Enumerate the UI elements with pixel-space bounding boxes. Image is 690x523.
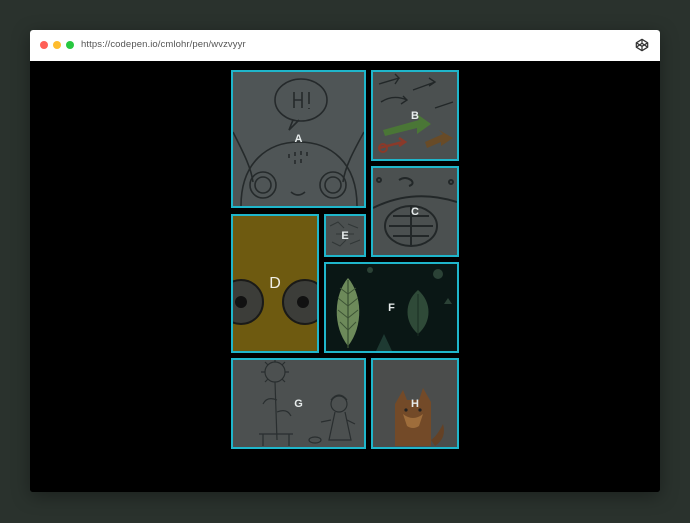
grid-item-f[interactable]: F [324, 262, 459, 353]
grid-item-e[interactable]: E [324, 214, 366, 257]
maximize-window-dot[interactable] [66, 41, 74, 49]
grid-item-label: D [269, 274, 281, 292]
grid-item-g[interactable]: G [231, 358, 366, 449]
grid-item-b[interactable]: B [371, 70, 459, 161]
grid-item-label: G [294, 397, 303, 410]
grid-item-d[interactable]: D [231, 214, 319, 353]
codepen-cube-icon[interactable] [635, 38, 649, 52]
browser-window: https://codepen.io/cmlohr/pen/wvzvyyr A … [30, 30, 660, 492]
grid-item-c[interactable]: C [371, 166, 459, 257]
minimize-window-dot[interactable] [53, 41, 61, 49]
grid-item-label: F [388, 301, 395, 314]
url-bar[interactable]: https://codepen.io/cmlohr/pen/wvzvyyr [81, 39, 246, 50]
close-window-dot[interactable] [40, 41, 48, 49]
grid-item-label: A [294, 133, 303, 145]
grid-item-label: C [411, 205, 419, 218]
grid-item-label: H [411, 397, 419, 410]
grid-item-label: B [411, 109, 419, 122]
grid-item-a[interactable]: A [231, 70, 366, 208]
grid-item-label: E [341, 229, 349, 242]
grid-item-h[interactable]: H [371, 358, 459, 449]
page-viewport: A B C D E F G H [30, 61, 660, 492]
browser-titlebar: https://codepen.io/cmlohr/pen/wvzvyyr [30, 30, 660, 62]
